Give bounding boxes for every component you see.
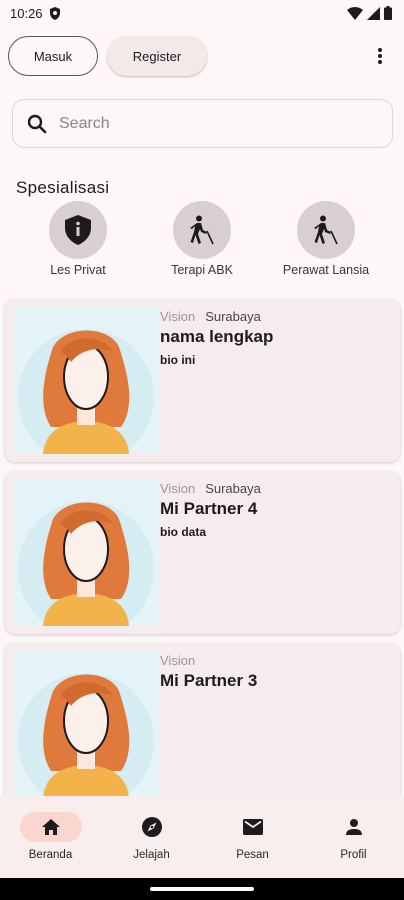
nav-label: Pesan (236, 849, 269, 861)
partner-info: Vision Surabaya nama lengkap bio ini (160, 309, 392, 367)
nav-label: Jelajah (133, 849, 170, 861)
partner-card[interactable]: Vision Surabaya nama lengkap bio ini (5, 299, 400, 462)
partner-card[interactable]: Vision Mi Partner 3 (5, 643, 400, 806)
nav-label: Beranda (28, 849, 73, 861)
specialization-les-privat[interactable]: Les Privat (28, 201, 128, 277)
partner-city: Surabaya (205, 481, 261, 496)
specialization-icon-circle (49, 201, 107, 259)
specialization-label: Terapi ABK (171, 263, 233, 277)
more-vert-icon (378, 48, 382, 64)
specialization-label: Les Privat (50, 263, 106, 277)
nav-label: Profil (340, 849, 367, 861)
gesture-bar (0, 878, 404, 900)
top-bar: Masuk Register (8, 36, 392, 76)
battery-icon (384, 6, 392, 20)
bottom-navigation: Beranda Jelajah Pesan Profil (0, 796, 404, 878)
partner-photo (13, 307, 160, 462)
specialization-perawat-lansia[interactable]: Perawat Lansia (276, 201, 376, 277)
partner-photo (13, 479, 160, 634)
search-icon (27, 114, 47, 133)
nav-item-profil[interactable]: Profil (303, 796, 404, 878)
gesture-handle[interactable] (150, 887, 254, 891)
partner-photo (13, 651, 160, 806)
status-bar: 10:26 (0, 0, 404, 26)
partner-bio: bio data (160, 525, 207, 539)
shield-notification-icon (49, 6, 60, 20)
signal-icon (367, 6, 380, 20)
blind-person-icon (314, 215, 338, 245)
specialization-terapi-abk[interactable]: Terapi ABK (152, 201, 252, 277)
nav-item-pesan[interactable]: Pesan (202, 796, 303, 878)
wifi-icon (347, 6, 363, 20)
blind-person-icon (190, 215, 214, 245)
nav-icon-container (121, 812, 183, 842)
partner-name: Mi Partner 4 (160, 499, 258, 518)
partner-card[interactable]: Vision Surabaya Mi Partner 4 bio data (5, 471, 400, 634)
specialization-title: Spesialisasi (16, 178, 110, 197)
login-button[interactable]: Masuk (8, 36, 98, 76)
shield-info-icon (65, 215, 91, 245)
specialization-icon-circle (297, 201, 355, 259)
nav-icon-container (222, 812, 284, 842)
search-input[interactable]: Search (59, 115, 110, 133)
nav-icon-container (323, 812, 385, 842)
partner-category: Vision (160, 309, 196, 324)
mail-icon (242, 819, 263, 835)
partner-name: nama lengkap (160, 327, 274, 346)
person-icon (345, 819, 362, 835)
specialization-icon-circle (173, 201, 231, 259)
nav-item-jelajah[interactable]: Jelajah (101, 796, 202, 878)
compass-icon (141, 817, 162, 837)
nav-item-beranda[interactable]: Beranda (0, 796, 101, 878)
search-bar[interactable]: Search (12, 99, 393, 148)
specialization-label: Perawat Lansia (282, 263, 370, 277)
partner-bio: bio ini (160, 353, 196, 367)
nav-active-indicator (19, 812, 82, 842)
register-button[interactable]: Register (107, 36, 207, 76)
partner-category: Vision (160, 653, 196, 668)
partner-category: Vision (160, 481, 196, 496)
partner-info: Vision Mi Partner 3 (160, 653, 392, 697)
more-menu-button[interactable] (368, 44, 392, 68)
status-time: 10:26 (10, 5, 43, 21)
partner-info: Vision Surabaya Mi Partner 4 bio data (160, 481, 392, 539)
partner-name: Mi Partner 3 (160, 671, 258, 690)
home-icon (41, 819, 60, 835)
partner-city: Surabaya (205, 309, 261, 324)
